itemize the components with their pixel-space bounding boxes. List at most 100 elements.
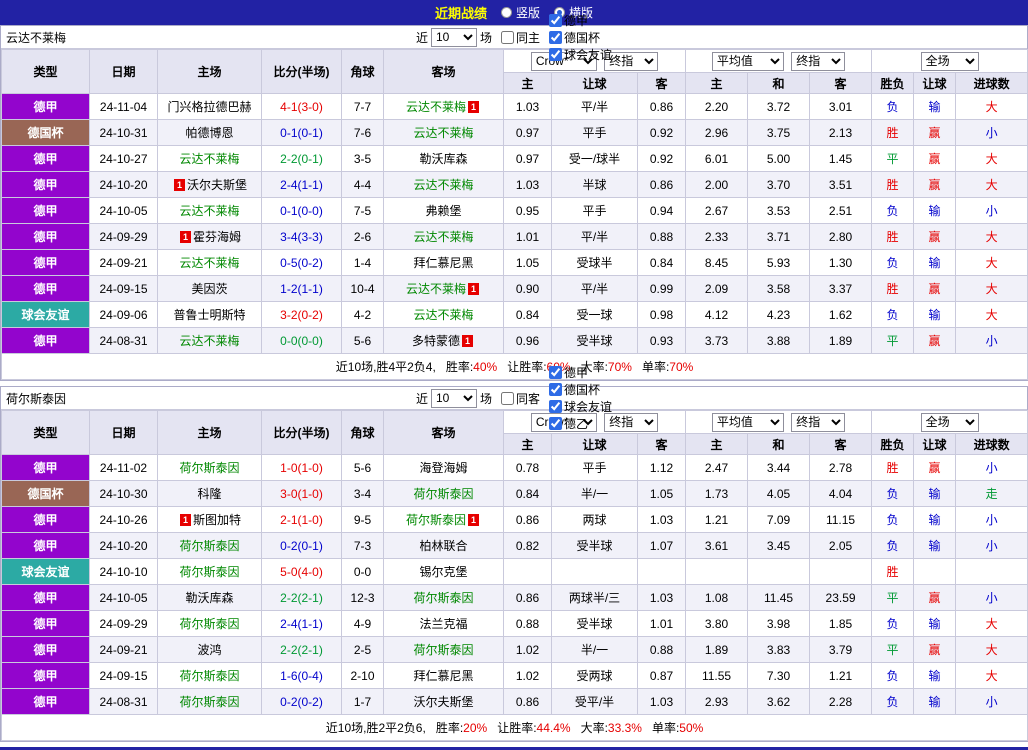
sub-header-odds-away: 客: [636, 72, 687, 94]
result-goals-cell: 大: [955, 93, 1028, 120]
average-final-select[interactable]: 终指: [791, 412, 846, 432]
league-checkbox[interactable]: [549, 400, 563, 413]
match-count-select[interactable]: 10: [430, 388, 477, 408]
away-team-cell[interactable]: 荷尔斯泰因 1: [383, 506, 504, 533]
score-cell: 3-4(3-3): [261, 223, 342, 250]
league-cell: 德国杯: [1, 119, 90, 146]
home-team-cell[interactable]: 荷尔斯泰因: [157, 688, 262, 715]
fullmatch-select[interactable]: 全场: [920, 51, 979, 71]
home-team-cell[interactable]: 云达不莱梅: [157, 145, 262, 172]
result-handicap-cell: 输: [913, 301, 957, 328]
avg-away-cell: 1.89: [809, 327, 873, 354]
league-checkbox[interactable]: [549, 366, 563, 379]
result-winlose-cell: 平: [871, 327, 915, 354]
away-team-cell[interactable]: 云达不莱梅 1: [383, 275, 504, 302]
league-checkbox[interactable]: [549, 30, 563, 44]
average-select[interactable]: 平均值: [711, 412, 784, 432]
average-select[interactable]: 平均值: [711, 51, 784, 71]
corner-cell: 0-0: [341, 558, 384, 585]
date-cell: 24-11-04: [89, 93, 158, 120]
date-cell: 24-08-31: [89, 327, 158, 354]
match-row: 德甲 24-11-04 门兴格拉德巴赫 4-1(3-0) 7-7 云达不莱梅 1 1.03 平/…: [1, 93, 1028, 120]
team-name-text: 云达不莱梅: [413, 126, 474, 140]
avg-home-cell: 2.33: [685, 223, 749, 250]
result-goals-cell: 大: [955, 610, 1028, 637]
league-filters: 德甲 德国杯 球会友谊: [543, 12, 612, 63]
home-team-cell[interactable]: 云达不莱梅: [157, 197, 262, 224]
league-checkbox[interactable]: [549, 13, 563, 27]
fullmatch-select[interactable]: 全场: [920, 412, 979, 432]
avg-away-cell: 1.45: [809, 145, 873, 172]
bookmaker-final-select[interactable]: 终指: [604, 51, 659, 71]
score-text: 0-1(0-0): [280, 203, 323, 218]
home-team-cell[interactable]: 云达不莱梅: [157, 327, 262, 354]
odds-away-cell: 0.99: [636, 275, 687, 302]
score-text: 1-0(1-0): [280, 460, 323, 475]
league-filter[interactable]: 德国杯: [543, 29, 612, 46]
away-team-cell[interactable]: 云达不莱梅: [383, 171, 504, 198]
odds-handicap-cell: 受球半: [551, 249, 638, 276]
average-final-select[interactable]: 终指: [791, 51, 846, 71]
home-team-cell[interactable]: 云达不莱梅: [157, 249, 262, 276]
league-checkbox[interactable]: [549, 47, 563, 61]
league-cell: 德甲: [1, 93, 90, 120]
away-team-cell[interactable]: 云达不莱梅: [383, 223, 504, 250]
home-team-cell[interactable]: 荷尔斯泰因: [157, 558, 262, 585]
league-filter[interactable]: 球会友谊: [543, 46, 612, 63]
result-winlose-cell: 胜: [871, 454, 915, 481]
bookmaker-final-select[interactable]: 终指: [604, 412, 659, 432]
league-filter[interactable]: 球会友谊: [543, 398, 612, 415]
venue-filter[interactable]: 同主: [495, 29, 540, 46]
corner-cell: 7-3: [341, 532, 384, 559]
score-cell: 2-1(1-0): [261, 506, 342, 533]
league-cell: 德甲: [1, 454, 90, 481]
team-name-text: 荷尔斯泰因: [179, 695, 240, 709]
league-cell: 德甲: [1, 532, 90, 559]
league-filter[interactable]: 德国杯: [543, 381, 612, 398]
home-team-cell[interactable]: 荷尔斯泰因: [157, 662, 262, 689]
league-checkbox[interactable]: [549, 417, 563, 430]
avg-draw-cell: 11.45: [747, 584, 811, 611]
away-team-cell[interactable]: 荷尔斯泰因: [383, 480, 504, 507]
venue-filter[interactable]: 同客: [495, 390, 540, 407]
filter-controls: 近 10 场 同主 德甲 德国杯 球会友谊: [416, 12, 612, 63]
avg-home-cell: 2.67: [685, 197, 749, 224]
matches-label: 场: [479, 30, 492, 45]
venue-label: 同主: [516, 30, 541, 45]
avg-home-cell: 2.93: [685, 688, 749, 715]
odds-away-cell: 0.86: [636, 93, 687, 120]
venue-checkbox[interactable]: [501, 391, 514, 405]
avg-away-cell: 3.51: [809, 171, 873, 198]
match-row: 德国杯 24-10-31 帕德博恩 0-1(0-1) 7-6 云达不莱梅 0.97 平手 0.9…: [1, 119, 1028, 146]
odds-home-cell: 0.86: [503, 688, 552, 715]
result-goals-cell: 小: [955, 532, 1028, 559]
summary-stat-value: 50%: [679, 721, 704, 735]
summary-stat-value: 44.4%: [536, 721, 571, 735]
league-filter[interactable]: 德甲: [543, 12, 612, 29]
league-cell: 德甲: [1, 662, 90, 689]
away-team-cell[interactable]: 荷尔斯泰因: [383, 636, 504, 663]
score-cell: 0-0(0-0): [261, 327, 342, 354]
away-team-cell[interactable]: 云达不莱梅: [383, 119, 504, 146]
venue-checkbox[interactable]: [501, 30, 514, 44]
team-name-text: 沃尔夫斯堡: [413, 695, 474, 709]
score-cell: 1-6(0-4): [261, 662, 342, 689]
venue-label: 同客: [516, 391, 541, 406]
odds-handicap-cell: 受半球: [551, 327, 638, 354]
league-checkbox[interactable]: [549, 383, 563, 396]
home-team-cell[interactable]: 荷尔斯泰因: [157, 610, 262, 637]
home-team-cell: 门兴格拉德巴赫: [157, 93, 262, 120]
col-header-type: 类型: [1, 410, 90, 455]
league-filter[interactable]: 德甲: [543, 364, 612, 381]
away-team-cell[interactable]: 荷尔斯泰因: [383, 584, 504, 611]
home-team-cell[interactable]: 荷尔斯泰因: [157, 454, 262, 481]
away-team-cell[interactable]: 云达不莱梅: [383, 301, 504, 328]
away-team-cell[interactable]: 云达不莱梅 1: [383, 93, 504, 120]
odds-home-cell: 0.84: [503, 480, 552, 507]
match-count-select[interactable]: 10: [430, 27, 477, 47]
sub-header-handicap: 让球: [913, 72, 957, 94]
league-filter[interactable]: 德乙: [543, 415, 612, 432]
home-team-cell[interactable]: 荷尔斯泰因: [157, 532, 262, 559]
league-cell: 德国杯: [1, 480, 90, 507]
match-row: 德甲 24-10-05 云达不莱梅 0-1(0-0) 7-5 弗赖堡 0.95 平手 0.94 2…: [1, 197, 1028, 224]
